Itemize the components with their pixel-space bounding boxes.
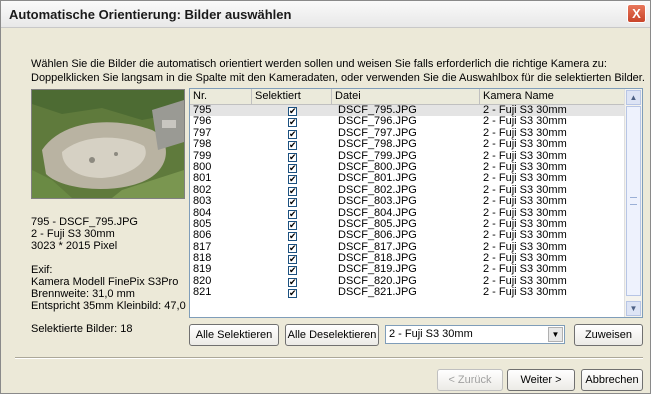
- row-number: 806: [193, 229, 212, 242]
- instructions: Wählen Sie die Bilder die automatisch or…: [31, 57, 645, 85]
- close-button[interactable]: X: [627, 4, 646, 23]
- row-number: 798: [193, 138, 212, 151]
- info-exif-label: Exif:: [31, 264, 53, 276]
- row-checkbox-cell: ✔: [288, 253, 297, 265]
- column-header-camera[interactable]: Kamera Name: [480, 89, 626, 104]
- row-checkbox-cell: ✔: [288, 196, 297, 208]
- selected-checkbox[interactable]: ✔: [288, 277, 297, 287]
- deselect-all-button[interactable]: Alle Deselektieren: [285, 324, 379, 346]
- row-file: DSCF_798.JPG: [338, 138, 417, 151]
- info-pixels: 3023 * 2015 Pixel: [31, 240, 118, 252]
- image-table[interactable]: Nr. Selektiert Datei Kamera Name 795 ✔ DSC…: [189, 88, 643, 318]
- row-checkbox-cell: ✔: [288, 276, 297, 287]
- image-preview: [31, 89, 185, 199]
- instruction-line-2: Doppelklicken Sie langsam in die Spalte …: [31, 72, 645, 84]
- info-camera: 2 - Fuji S3 30mm: [31, 228, 115, 240]
- table-body: 795 ✔ DSCF_795.JPG 2 - Fuji S3 30mm 796 ✔ DSCF…: [190, 104, 626, 299]
- selected-checkbox[interactable]: ✔: [288, 118, 297, 128]
- selected-checkbox[interactable]: ✔: [288, 220, 297, 230]
- row-file: DSCF_821.JPG: [338, 286, 417, 299]
- dialog-title: Automatische Orientierung: Bilder auswäh…: [9, 7, 292, 22]
- table-row[interactable]: 821 ✔ DSCF_821.JPG 2 - Fuji S3 30mm: [190, 286, 626, 299]
- table-scrollbar[interactable]: ▲ ▼: [624, 89, 642, 317]
- table-row[interactable]: 803 ✔ DSCF_803.JPG 2 - Fuji S3 30mm: [190, 195, 626, 208]
- camera-select-value: 2 - Fuji S3 30mm: [389, 328, 473, 340]
- row-checkbox-cell: ✔: [288, 185, 297, 196]
- selected-checkbox[interactable]: ✔: [288, 175, 297, 185]
- row-checkbox-cell: ✔: [288, 219, 297, 230]
- column-header-file[interactable]: Datei: [332, 89, 480, 104]
- footer-divider: [15, 357, 643, 359]
- row-file: DSCF_803.JPG: [338, 195, 417, 208]
- selected-checkbox[interactable]: ✔: [288, 186, 297, 196]
- aerial-photo-icon: [32, 90, 184, 198]
- grip-icon: [630, 197, 637, 205]
- info-focal: Brennweite: 31,0 mm: [31, 288, 135, 300]
- selected-checkbox[interactable]: ✔: [288, 152, 297, 162]
- row-number: 821: [193, 286, 212, 299]
- chevron-down-icon[interactable]: ▼: [548, 327, 563, 342]
- row-checkbox-cell: ✔: [288, 105, 297, 116]
- row-checkbox-cell: ✔: [288, 230, 297, 242]
- scroll-down-icon[interactable]: ▼: [626, 301, 641, 316]
- selected-checkbox[interactable]: ✔: [288, 255, 297, 265]
- row-camera[interactable]: 2 - Fuji S3 30mm: [483, 286, 567, 298]
- instruction-line-1: Wählen Sie die Bilder die automatisch or…: [31, 58, 607, 70]
- title-bar: Automatische Orientierung: Bilder auswäh…: [1, 1, 650, 28]
- row-checkbox-cell: ✔: [288, 287, 297, 299]
- row-file: DSCF_806.JPG: [338, 229, 417, 242]
- back-button[interactable]: < Zurück: [437, 369, 503, 391]
- selected-checkbox[interactable]: ✔: [288, 266, 297, 276]
- selected-checkbox[interactable]: ✔: [288, 129, 297, 139]
- selected-checkbox[interactable]: ✔: [288, 289, 297, 299]
- row-checkbox-cell: ✔: [288, 173, 297, 185]
- selected-checkbox[interactable]: ✔: [288, 107, 297, 116]
- table-row[interactable]: 806 ✔ DSCF_806.JPG 2 - Fuji S3 30mm: [190, 229, 626, 242]
- scroll-thumb[interactable]: [626, 106, 641, 296]
- column-header-selected[interactable]: Selektiert: [252, 89, 332, 104]
- image-info: 795 - DSCF_795.JPG 2 - Fuji S3 30mm 3023…: [31, 216, 207, 312]
- dialog-window: Automatische Orientierung: Bilder auswäh…: [0, 0, 651, 394]
- camera-select[interactable]: 2 - Fuji S3 30mm ▼: [385, 325, 565, 344]
- selected-checkbox[interactable]: ✔: [288, 163, 297, 173]
- row-checkbox-cell: ✔: [288, 264, 297, 276]
- selected-count: Selektierte Bilder: 18: [31, 323, 133, 335]
- assign-button[interactable]: Zuweisen: [574, 324, 643, 346]
- cancel-button[interactable]: Abbrechen: [581, 369, 643, 391]
- row-checkbox-cell: ✔: [288, 208, 297, 219]
- row-checkbox-cell: ✔: [288, 242, 297, 253]
- row-checkbox-cell: ✔: [288, 116, 297, 128]
- row-checkbox-cell: ✔: [288, 151, 297, 162]
- select-all-button[interactable]: Alle Selektieren: [189, 324, 279, 346]
- info-model: Kamera Modell FinePix S3Pro: [31, 276, 179, 288]
- scroll-up-icon[interactable]: ▲: [626, 90, 641, 105]
- row-camera[interactable]: 2 - Fuji S3 30mm: [483, 229, 567, 241]
- row-camera[interactable]: 2 - Fuji S3 30mm: [483, 138, 567, 150]
- selected-checkbox[interactable]: ✔: [288, 232, 297, 242]
- row-checkbox-cell: ✔: [288, 162, 297, 173]
- table-row[interactable]: 798 ✔ DSCF_798.JPG 2 - Fuji S3 30mm: [190, 138, 626, 151]
- row-camera[interactable]: 2 - Fuji S3 30mm: [483, 195, 567, 207]
- info-filename: 795 - DSCF_795.JPG: [31, 216, 138, 228]
- row-checkbox-cell: ✔: [288, 128, 297, 139]
- row-number: 803: [193, 195, 212, 208]
- selected-checkbox[interactable]: ✔: [288, 141, 297, 151]
- selected-checkbox[interactable]: ✔: [288, 198, 297, 208]
- selected-checkbox[interactable]: ✔: [288, 209, 297, 219]
- row-checkbox-cell: ✔: [288, 139, 297, 151]
- selected-checkbox[interactable]: ✔: [288, 243, 297, 253]
- next-button[interactable]: Weiter >: [507, 369, 575, 391]
- column-header-nr[interactable]: Nr.: [190, 89, 252, 104]
- info-equiv: Entspricht 35mm Kleinbild: 47,0 mm: [31, 300, 208, 312]
- table-header: Nr. Selektiert Datei Kamera Name: [190, 89, 626, 105]
